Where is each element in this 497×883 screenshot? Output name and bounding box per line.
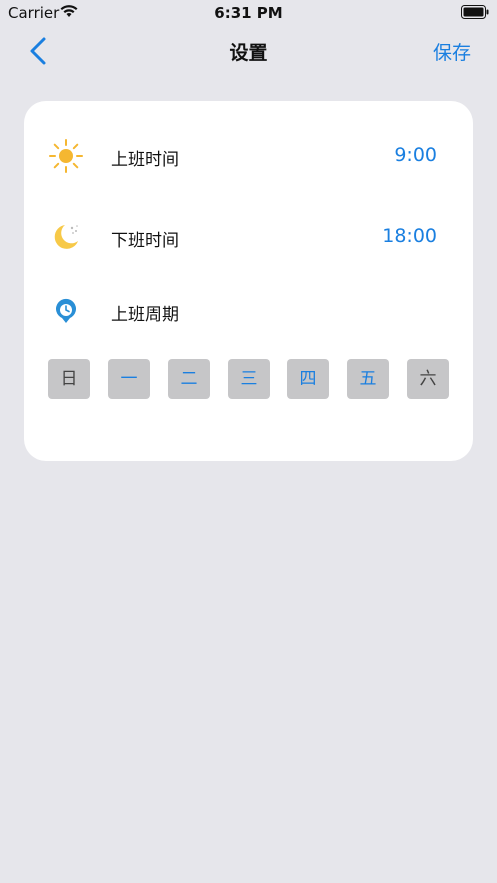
- start-work-label: 上班时间: [111, 150, 179, 170]
- weekday-selector: 日 一 二 三 四 五 六: [48, 359, 449, 399]
- clock-time: 6:31 PM: [214, 4, 283, 22]
- start-work-time[interactable]: 9:00: [394, 144, 437, 166]
- weekday-sunday-button[interactable]: 日: [48, 359, 90, 399]
- moon-icon: [54, 225, 78, 249]
- settings-card: 上班时间 9:00 下班时间 18:00 上班周期 日 一 二 三 四 五 六: [24, 101, 473, 461]
- weekday-monday-button[interactable]: 一: [108, 359, 150, 399]
- end-work-row[interactable]: 下班时间 18:00: [24, 217, 473, 257]
- weekday-thursday-button[interactable]: 四: [287, 359, 329, 399]
- page-title: 设置: [229, 42, 268, 64]
- clock-icon: [56, 298, 76, 323]
- end-work-label: 下班时间: [111, 231, 179, 251]
- weekday-saturday-button[interactable]: 六: [407, 359, 449, 399]
- weekday-friday-button[interactable]: 五: [347, 359, 389, 399]
- save-button[interactable]: 保存: [433, 38, 471, 65]
- battery-icon: [461, 5, 489, 19]
- end-work-time[interactable]: 18:00: [382, 225, 437, 247]
- start-work-row[interactable]: 上班时间 9:00: [24, 136, 473, 176]
- sun-icon: [49, 139, 83, 173]
- work-cycle-label: 上班周期: [111, 305, 179, 325]
- weekday-wednesday-button[interactable]: 三: [228, 359, 270, 399]
- weekday-tuesday-button[interactable]: 二: [168, 359, 210, 399]
- nav-bar: 设置 保存: [0, 26, 497, 76]
- work-cycle-row: 上班周期: [24, 291, 473, 331]
- status-bar: Carrier 6:31 PM: [0, 0, 497, 26]
